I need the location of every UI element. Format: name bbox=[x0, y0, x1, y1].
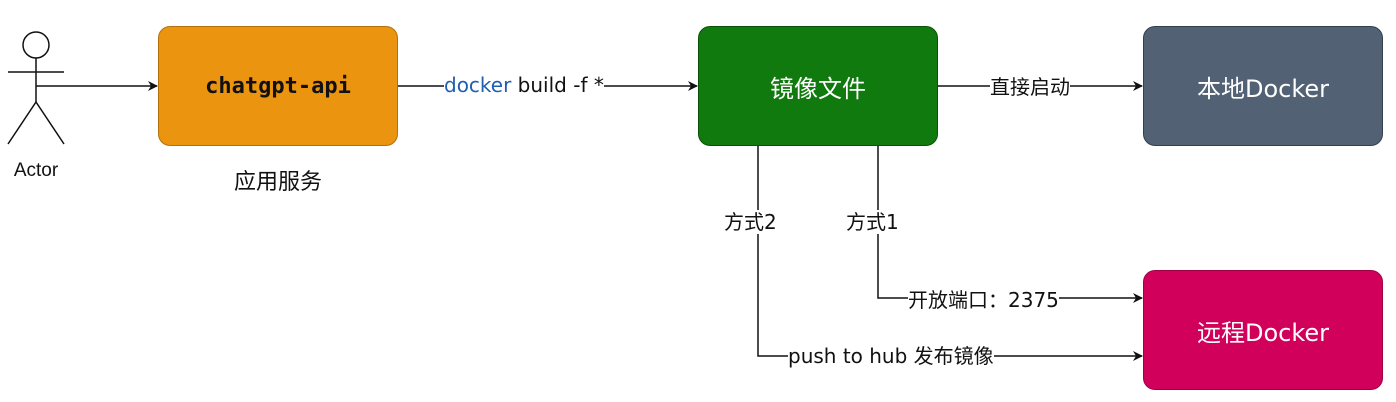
edge-image-to-remote-hub bbox=[757, 146, 1143, 361]
edge-label-docker-build: docker build -f * bbox=[444, 73, 604, 97]
edge-label-method1: 方式1 bbox=[846, 210, 899, 234]
node-chatgpt-api: chatgpt-api bbox=[158, 26, 398, 146]
actor-label: Actor bbox=[13, 160, 59, 181]
edge-label-method2: 方式2 bbox=[724, 210, 777, 234]
actor-figure-icon bbox=[7, 31, 65, 145]
app-service-caption: 应用服务 bbox=[233, 170, 322, 195]
edge-label-direct-start: 直接启动 bbox=[990, 75, 1070, 99]
docker-build-args: build -f * bbox=[511, 73, 604, 97]
edge-label-push-hub: push to hub 发布镜像 bbox=[788, 344, 994, 368]
docker-keyword: docker bbox=[444, 73, 512, 97]
node-local-docker: 本地Docker bbox=[1143, 26, 1383, 146]
node-image-file: 镜像文件 bbox=[698, 26, 938, 146]
edge-image-to-remote-port bbox=[877, 146, 1143, 303]
node-remote-docker: 远程Docker bbox=[1143, 270, 1383, 390]
edge-label-open-port: 开放端口：2375 bbox=[908, 288, 1059, 312]
